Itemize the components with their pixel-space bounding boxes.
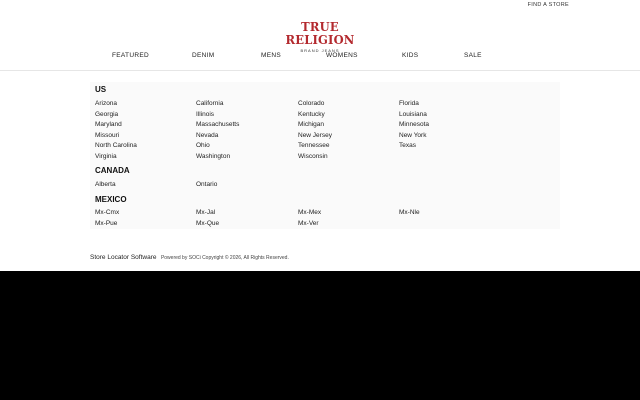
brand-logo[interactable]: TRUE RELIGION BRAND JEANS: [279, 20, 361, 53]
logo-wordmark: TRUE RELIGION: [285, 19, 355, 47]
region-link[interactable]: Nevada: [196, 132, 218, 139]
region-link[interactable]: Virginia: [95, 153, 117, 160]
region-link[interactable]: Colorado: [298, 100, 324, 107]
country-heading-mexico: MEXICO: [95, 195, 127, 204]
region-link[interactable]: Wisconsin: [298, 153, 328, 160]
region-link[interactable]: Ohio: [196, 142, 210, 149]
region-link[interactable]: Georgia: [95, 111, 118, 118]
nav-divider: [0, 70, 640, 71]
region-link[interactable]: Florida: [399, 100, 419, 107]
region-link[interactable]: Mx-Que: [196, 220, 219, 227]
nav-kids[interactable]: KIDS: [402, 52, 418, 59]
top-bar: FIND A STORE: [0, 0, 640, 14]
region-link[interactable]: Kentucky: [298, 111, 325, 118]
region-link[interactable]: New Jersey: [298, 132, 332, 139]
footer: Store Locator Software Powered by SOCi C…: [90, 246, 289, 264]
region-link[interactable]: Maryland: [95, 121, 122, 128]
nav-mens[interactable]: MENS: [261, 52, 281, 59]
region-link[interactable]: Massachusetts: [196, 121, 239, 128]
region-link[interactable]: Mx-Ver: [298, 220, 319, 227]
region-link[interactable]: Ontario: [196, 181, 217, 188]
region-link[interactable]: California: [196, 100, 223, 107]
page: FIND A STORE TRUE RELIGION BRAND JEANS F…: [0, 0, 640, 271]
copyright-text: Powered by SOCi Copyright © 2026, All Ri…: [160, 255, 289, 261]
region-link[interactable]: Mx-Nle: [399, 209, 420, 216]
store-directory: US Arizona California Colorado Florida G…: [90, 82, 560, 229]
region-link[interactable]: Tennessee: [298, 142, 329, 149]
nav-featured[interactable]: FEATURED: [112, 52, 149, 59]
region-link[interactable]: Alberta: [95, 181, 116, 188]
region-link[interactable]: Minnesota: [399, 121, 429, 128]
region-link[interactable]: Texas: [399, 142, 416, 149]
country-heading-canada: CANADA: [95, 166, 130, 175]
region-link[interactable]: North Carolina: [95, 142, 137, 149]
nav-womens[interactable]: WOMENS: [326, 52, 358, 59]
store-locator-software-link[interactable]: Store Locator Software: [90, 254, 156, 261]
find-a-store-link[interactable]: FIND A STORE: [528, 2, 569, 8]
main-nav: FEATURED DENIM MENS WOMENS KIDS SALE: [0, 52, 640, 62]
region-link[interactable]: Michigan: [298, 121, 324, 128]
nav-sale[interactable]: SALE: [464, 52, 482, 59]
region-link[interactable]: Mx-Jal: [196, 209, 215, 216]
nav-denim[interactable]: DENIM: [192, 52, 214, 59]
region-link[interactable]: Mx-Mex: [298, 209, 321, 216]
region-link[interactable]: Mx-Cmx: [95, 209, 119, 216]
region-link[interactable]: Mx-Pue: [95, 220, 117, 227]
region-link[interactable]: New York: [399, 132, 426, 139]
region-link[interactable]: Washington: [196, 153, 230, 160]
region-link[interactable]: Missouri: [95, 132, 119, 139]
region-link[interactable]: Illinois: [196, 111, 214, 118]
region-link[interactable]: Arizona: [95, 100, 117, 107]
country-heading-us: US: [95, 85, 107, 94]
region-link[interactable]: Louisiana: [399, 111, 427, 118]
